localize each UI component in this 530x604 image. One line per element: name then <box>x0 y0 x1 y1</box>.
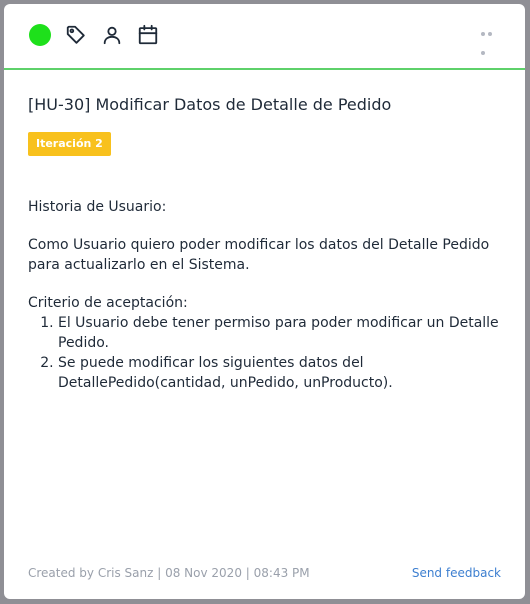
description-heading: Historia de Usuario: <box>28 199 167 215</box>
user-icon[interactable] <box>101 24 123 46</box>
story-line-1: Como Usuario quiero poder modificar los … <box>28 237 490 253</box>
card-toolbar <box>4 4 525 70</box>
criteria-item: El Usuario debe tener permiso para poder… <box>58 313 506 353</box>
story-line-2: para actualizarlo en el Sistema. <box>28 257 250 273</box>
card-footer: Created by Cris Sanz | 08 Nov 2020 | 08:… <box>28 566 501 580</box>
calendar-icon[interactable] <box>137 24 159 46</box>
iteration-badge[interactable]: Iteración 2 <box>28 132 111 156</box>
task-title: [HU-30] Modificar Datos de Detalle de Pe… <box>28 95 392 114</box>
send-feedback-link[interactable]: Send feedback <box>412 566 501 580</box>
task-description: Historia de Usuario: Como Usuario quiero… <box>28 197 506 393</box>
task-card: [HU-30] Modificar Datos de Detalle de Pe… <box>4 4 525 599</box>
tag-icon[interactable] <box>65 24 87 46</box>
status-indicator[interactable] <box>29 24 51 46</box>
created-meta: Created by Cris Sanz | 08 Nov 2020 | 08:… <box>28 566 310 580</box>
criteria-item: Se puede modificar los siguientes datos … <box>58 353 506 393</box>
more-options-icon[interactable] <box>481 32 501 55</box>
criteria-heading: Criterio de aceptación: <box>28 295 188 311</box>
criteria-list: El Usuario debe tener permiso para poder… <box>28 313 506 393</box>
